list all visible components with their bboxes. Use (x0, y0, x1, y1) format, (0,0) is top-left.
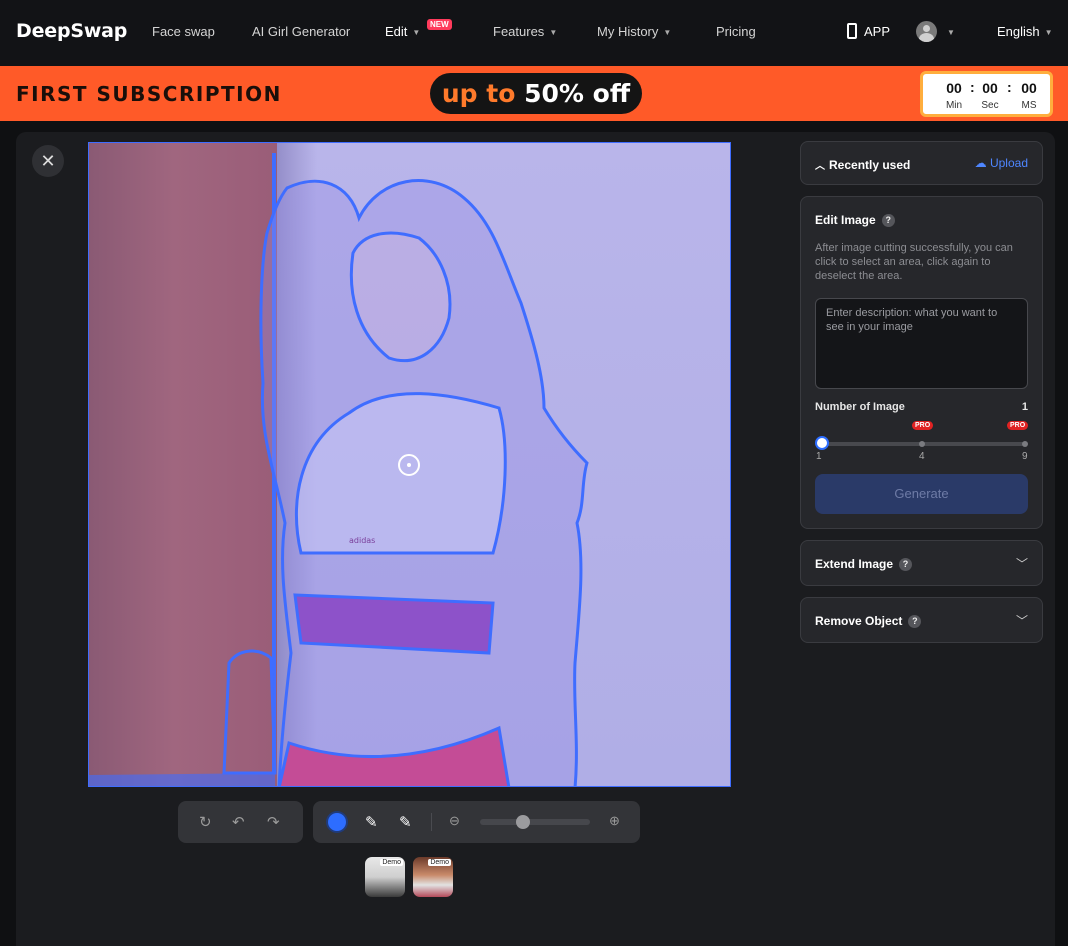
pro-badge: PRO (912, 421, 934, 430)
select-tool-button[interactable] (328, 813, 346, 831)
history-toolbar: ↻ ↶ ↷ (178, 801, 303, 843)
tick-label: 4 (919, 451, 925, 462)
remove-object-panel[interactable]: Remove Object? ﹀ (800, 597, 1043, 643)
demo-thumbnail-2[interactable]: Demo (413, 857, 453, 897)
image-count-slider-thumb[interactable] (815, 436, 829, 450)
generate-button[interactable]: Generate (815, 474, 1028, 514)
zoom-in-icon[interactable]: ⊕ (609, 813, 620, 829)
tick-label: 1 (816, 451, 822, 462)
help-icon[interactable]: ? (881, 214, 895, 227)
chevron-down-icon: ▼ (549, 28, 558, 38)
chevron-down-icon: ▼ (1044, 28, 1053, 38)
extend-image-title: Extend Image (815, 557, 894, 571)
timer-sec-label: Sec (981, 100, 999, 111)
redo-icon[interactable]: ↷ (267, 813, 280, 831)
countdown-timer: 00 : 00 : 00 Min Sec MS (920, 71, 1053, 117)
help-icon[interactable]: ? (908, 615, 922, 628)
edit-image-hint: After image cutting successfully, you ca… (815, 242, 1013, 282)
brush-erase-icon[interactable]: ✎ (399, 813, 412, 831)
upload-button[interactable]: ☁ Upload (975, 156, 1028, 170)
undo-icon[interactable]: ↶ (232, 813, 245, 831)
zoom-out-icon[interactable]: ⊖ (449, 813, 460, 829)
tick-label: 9 (1022, 451, 1028, 462)
number-of-image-label: Number of Image (815, 401, 905, 413)
chevron-down-icon: ▼ (663, 28, 672, 38)
cloud-upload-icon: ☁ (974, 156, 987, 170)
timer-ms: 00 (1021, 80, 1037, 96)
timer-sec: 00 (982, 80, 998, 96)
nav-ai-girl-generator[interactable]: AI Girl Generator (252, 24, 350, 39)
help-icon[interactable]: ? (899, 558, 913, 571)
zoom-slider[interactable] (480, 819, 590, 825)
edit-image-panel: Edit Image? After image cutting successf… (800, 196, 1043, 529)
recently-used-title: Recently used (829, 158, 911, 172)
nav-features[interactable]: Features ▼ (493, 24, 557, 39)
description-input[interactable]: Enter description: what you want to see … (815, 298, 1028, 389)
zoom-slider-thumb[interactable] (516, 815, 530, 829)
recently-used-panel[interactable]: ︿ Recently used ☁ Upload (800, 141, 1043, 185)
chevron-down-icon[interactable]: ﹀ (1016, 555, 1028, 572)
editing-canvas[interactable]: adidas (88, 142, 731, 787)
language-select[interactable]: English ▼ (997, 24, 1053, 39)
timer-ms-label: MS (1021, 100, 1037, 111)
number-of-image-value: 1 (1021, 401, 1028, 413)
chevron-down-icon[interactable]: ﹀ (1016, 612, 1028, 629)
avatar[interactable] (916, 21, 937, 42)
new-badge: NEW (427, 19, 452, 30)
nav-pricing[interactable]: Pricing (716, 24, 756, 39)
phone-icon (847, 23, 857, 39)
close-icon[interactable]: ✕ (32, 145, 64, 177)
chevron-down-icon: ▼ (412, 28, 421, 38)
extend-image-panel[interactable]: Extend Image? ﹀ (800, 540, 1043, 586)
svg-text:adidas: adidas (349, 536, 375, 545)
chevron-up-icon: ︿ (815, 161, 825, 172)
pro-badge: PRO (1007, 421, 1029, 430)
demo-thumbnail-1[interactable]: Demo (365, 857, 405, 897)
chevron-down-icon: ▼ (947, 28, 955, 38)
timer-min: 00 (946, 80, 962, 96)
nav-app[interactable]: APP (864, 24, 890, 39)
promo-banner[interactable]: FIRST SUBSCRIPTION up to 50% off (0, 66, 1068, 121)
nav-my-history[interactable]: My History ▼ (597, 24, 671, 39)
avatar-menu[interactable]: ▼ (942, 24, 955, 39)
brush-add-icon[interactable]: ✎ (365, 813, 378, 831)
edit-image-title: Edit Image (815, 213, 876, 227)
nav-edit[interactable]: Edit ▼ (385, 24, 420, 39)
logo[interactable]: DeepSwap (16, 20, 127, 42)
promo-title: FIRST SUBSCRIPTION (16, 82, 282, 106)
timer-min-label: Min (945, 100, 963, 111)
nav-face-swap[interactable]: Face swap (152, 24, 215, 39)
brush-toolbar: ✎ ✎ ⊖ ⊕ (313, 801, 640, 843)
subject-mask: adidas (89, 179, 589, 786)
reset-icon[interactable]: ↻ (199, 813, 212, 831)
remove-object-title: Remove Object (815, 614, 903, 628)
promo-offer: up to 50% off (430, 73, 642, 114)
top-nav: DeepSwap Face swap AI Girl Generator Edi… (0, 0, 1068, 66)
